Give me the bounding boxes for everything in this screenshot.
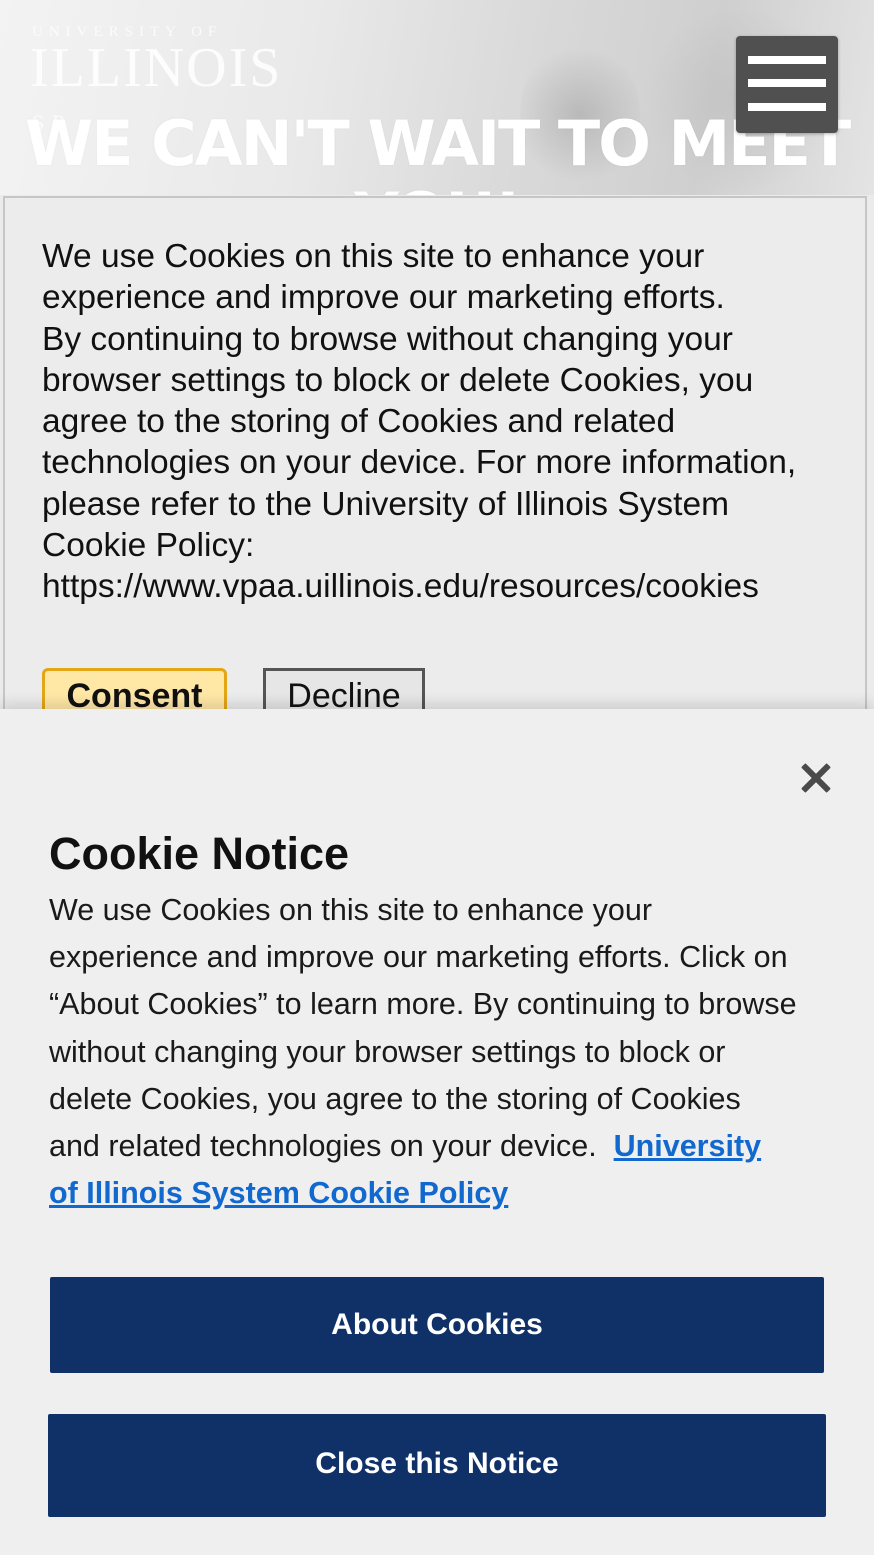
cookie-notice-body-line: “About Cookies” to learn more. By contin… [49,987,797,1022]
close-notice-button[interactable]: Close this Notice [48,1414,826,1517]
cookie-notice-title: Cookie Notice [49,828,350,879]
cookie-notice-body-line: We use Cookies on this site to enhance y… [49,893,653,927]
menu-button[interactable] [736,36,838,133]
university-logo[interactable]: ILLINOIS [30,40,282,96]
cookie-notice-dialog: Cookie Notice We use Cookies on this sit… [0,709,874,1555]
hamburger-menu-icon [748,56,826,64]
cookie-notice-body-line: of Illinois System Cookie Policy [49,1170,839,1217]
cookie-banner-text: We use Cookies on this site to enhance y… [42,238,797,606]
cookie-policy-link-continued[interactable]: of Illinois System Cookie Policy [49,1176,508,1210]
hero-header: UNIVERSITY OF ILLINOIS SP WE CAN'T WAIT … [0,0,874,195]
cookie-notice-body-line: and related technologies on your device.… [49,1123,839,1170]
about-cookies-button[interactable]: About Cookies [50,1277,824,1373]
cookie-policy-link[interactable]: University [614,1129,761,1163]
cookie-notice-body-line: experience and improve our marketing eff… [49,940,788,975]
cookie-notice-body-text: and related technologies on your device. [49,1129,614,1164]
cookie-consent-banner: We use Cookies on this site to enhance y… [3,196,867,736]
hamburger-menu-icon-bar [748,103,826,111]
cookie-notice-body-line: without changing your browser settings t… [49,1034,726,1069]
hamburger-menu-icon-bar [748,79,826,87]
close-icon[interactable] [796,759,836,799]
cookie-notice-body: We use Cookies on this site to enhance y… [49,887,839,1217]
cookie-notice-body-line: delete Cookies, you agree to the storing… [49,1081,741,1116]
